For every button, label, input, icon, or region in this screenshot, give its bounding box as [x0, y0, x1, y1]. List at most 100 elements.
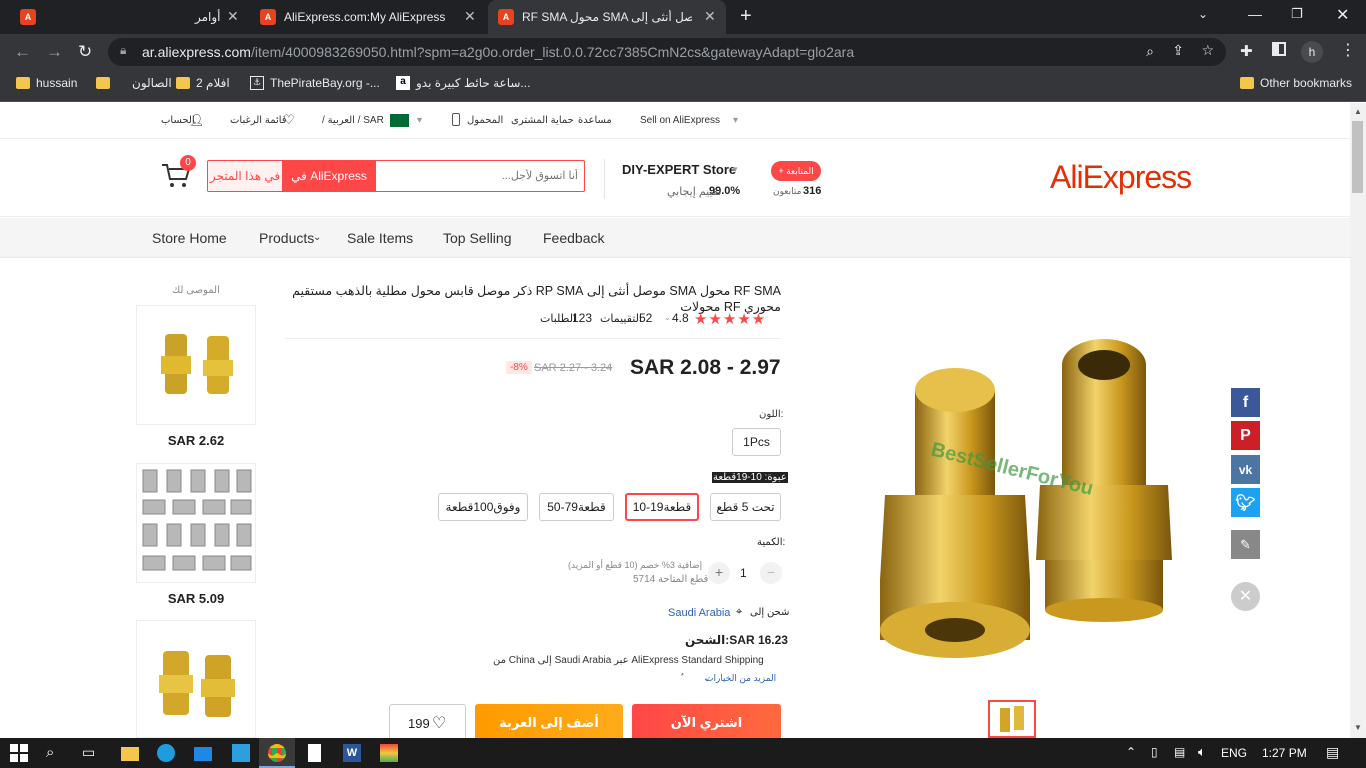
share-icon[interactable]: ⇪ [1172, 42, 1184, 59]
nav-products[interactable]: Products [259, 230, 314, 246]
aliexpress-favicon-icon: A [498, 9, 514, 25]
more-shipping-options-link[interactable]: المزيد من الخيارات [705, 673, 776, 684]
nav-feedback[interactable]: Feedback [543, 230, 604, 246]
file-explorer-icon[interactable] [121, 747, 139, 761]
reload-icon[interactable]: ↻ [78, 42, 92, 62]
url-path: /item/4000983269050.html?spm=a2g0o.order… [250, 44, 855, 60]
forward-icon[interactable]: → [46, 42, 63, 62]
store-search-box: في هذا المتجر في AliExpress [207, 160, 585, 192]
clock[interactable]: 1:27 PM [1262, 746, 1307, 760]
tab-orders[interactable]: A أوامر ✕ [8, 0, 248, 34]
product-thumbnail-selected[interactable] [988, 700, 1036, 738]
notifications-icon[interactable]: ▤ [1326, 744, 1339, 761]
other-bookmarks[interactable]: Other bookmarks [1240, 76, 1352, 90]
quantity-value[interactable]: 1 [740, 566, 747, 580]
follow-button[interactable]: + المتابعة [771, 161, 821, 181]
edit-icon[interactable]: ✎ [1231, 530, 1260, 559]
recommended-title: الموصى لك [172, 285, 220, 296]
main-product-image[interactable]: BestSellerForYou [820, 290, 1200, 690]
bookmark-star-icon[interactable]: ☆ [1201, 42, 1214, 59]
close-window-icon[interactable]: ✕ [1336, 5, 1349, 25]
profile-avatar[interactable]: h [1301, 41, 1323, 63]
tab-label: AliExpress.com:My AliExpress [284, 10, 446, 24]
buyer-protection-link[interactable]: حماية المشترى [511, 115, 574, 126]
page-scrollbar[interactable]: ▲ ▼ [1350, 103, 1366, 738]
user-icon: 👤︎ [189, 113, 205, 127]
scroll-up-arrow[interactable]: ▲ [1354, 107, 1362, 116]
bundle-option-50-79[interactable]: 50-79قطعة [539, 493, 614, 521]
search-input[interactable] [378, 162, 578, 190]
buy-now-button[interactable]: اشتري الآن [632, 704, 781, 742]
chevron-up-icon[interactable]: ⌃ [1126, 745, 1136, 759]
vk-share-icon[interactable]: vk [1231, 455, 1260, 484]
language-currency-selector[interactable]: / العربية / SAR [322, 115, 384, 126]
recommended-product-thumb[interactable] [136, 463, 256, 583]
bookmark-hussain[interactable]: hussain [16, 76, 77, 90]
close-tab-icon[interactable]: ✕ [227, 8, 239, 25]
word-icon[interactable]: W [343, 744, 361, 762]
back-icon[interactable]: ← [14, 42, 31, 62]
pinterest-share-icon[interactable]: P [1231, 421, 1260, 450]
close-tab-icon[interactable]: ✕ [464, 8, 476, 25]
notepad-icon[interactable] [308, 744, 321, 762]
store-icon[interactable] [232, 744, 250, 762]
nav-top-selling[interactable]: Top Selling [443, 230, 512, 246]
color-option-1pcs[interactable]: 1Pcs [732, 428, 781, 456]
nav-store-home[interactable]: Store Home [152, 230, 227, 246]
reviews-link[interactable]: التقييمات [600, 312, 642, 325]
wishlist-button[interactable]: 199 ♡ [389, 704, 466, 742]
side-panel-icon[interactable] [1272, 42, 1286, 56]
restore-icon[interactable]: ❐ [1291, 6, 1303, 22]
task-view-icon[interactable]: ▭ [82, 744, 100, 762]
quantity-increase-button[interactable]: + [708, 562, 730, 584]
tab-my-aliexpress[interactable]: A AliExpress.com:My AliExpress ✕ [250, 0, 486, 34]
recommended-product-thumb[interactable] [136, 620, 256, 738]
mobile-app-link[interactable]: المحمول [467, 115, 503, 126]
tab-search-icon[interactable]: ⌄ [1198, 7, 1208, 21]
twitter-share-icon[interactable]: 🐦︎ [1231, 488, 1260, 517]
app-icon[interactable] [380, 744, 398, 762]
chrome-taskbar-item[interactable] [259, 738, 295, 768]
url-field[interactable]: 🔒︎ ar.aliexpress.com/item/4000983269050.… [108, 38, 1226, 66]
scrollbar-thumb[interactable] [1352, 121, 1363, 193]
mail-icon[interactable] [194, 747, 212, 761]
minimize-icon[interactable]: — [1248, 6, 1262, 22]
close-tab-icon[interactable]: ✕ [704, 8, 716, 25]
tab-product[interactable]: A RF SMA محول SMA موصل أنثى إلى ✕ [488, 0, 726, 34]
bookmark-salon[interactable]: الصالون [96, 76, 172, 90]
extensions-icon[interactable]: ✚ [1240, 42, 1253, 60]
bundle-option-100-plus[interactable]: وفوق100قطعة [438, 493, 528, 521]
network-icon[interactable]: ▤ [1174, 745, 1185, 759]
facebook-share-icon[interactable]: f [1231, 388, 1260, 417]
aliexpress-logo[interactable]: AliExpress [1050, 159, 1192, 196]
cart-icon[interactable]: 0 [160, 155, 196, 189]
zoom-icon[interactable]: ⌕ [1146, 43, 1154, 60]
new-tab-icon[interactable]: + [740, 5, 752, 28]
battery-icon[interactable]: ▯ [1151, 745, 1158, 759]
wishlist-link[interactable]: قائمة الرغبات [230, 115, 287, 126]
quantity-decrease-button[interactable]: − [760, 562, 782, 584]
nav-sale-items[interactable]: Sale Items [347, 230, 413, 246]
search-in-store-button[interactable]: في هذا المتجر [208, 161, 282, 191]
chrome-menu-icon[interactable]: ⋮ [1340, 40, 1356, 60]
windows-start-icon[interactable] [10, 744, 28, 762]
help-link[interactable]: مساعدة [578, 115, 612, 126]
scroll-down-arrow[interactable]: ▼ [1354, 723, 1362, 732]
bookmark-clock[interactable]: a ساعة حائط كبيرة بدو... [396, 76, 530, 90]
bookmark-piratebay[interactable]: ⚓ ThePirateBay.org -... [250, 76, 380, 90]
add-to-cart-button[interactable]: أضف إلى العربة [475, 704, 623, 742]
edge-icon[interactable] [157, 744, 175, 762]
language-indicator[interactable]: ENG [1221, 746, 1247, 760]
adapter-image [161, 334, 233, 394]
recommended-product-thumb[interactable] [136, 305, 256, 425]
ship-to-country[interactable]: Saudi Arabia [668, 607, 730, 619]
volume-icon[interactable]: 🔈︎ [1198, 744, 1206, 760]
store-name[interactable]: DIY-EXPERT Store [622, 162, 736, 177]
bundle-option-10-19[interactable]: 10-19قطعة [625, 493, 699, 521]
sell-on-aliexpress-link[interactable]: Sell on AliExpress [640, 115, 720, 126]
bundle-option-under-5[interactable]: تحت 5 قطع [710, 493, 781, 521]
bookmark-films[interactable]: افلام 2 [176, 76, 230, 90]
close-share-icon[interactable]: ✕ [1231, 582, 1260, 611]
search-icon[interactable]: ⌕ [46, 744, 64, 762]
search-in-aliexpress-button[interactable]: في AliExpress [282, 161, 376, 191]
